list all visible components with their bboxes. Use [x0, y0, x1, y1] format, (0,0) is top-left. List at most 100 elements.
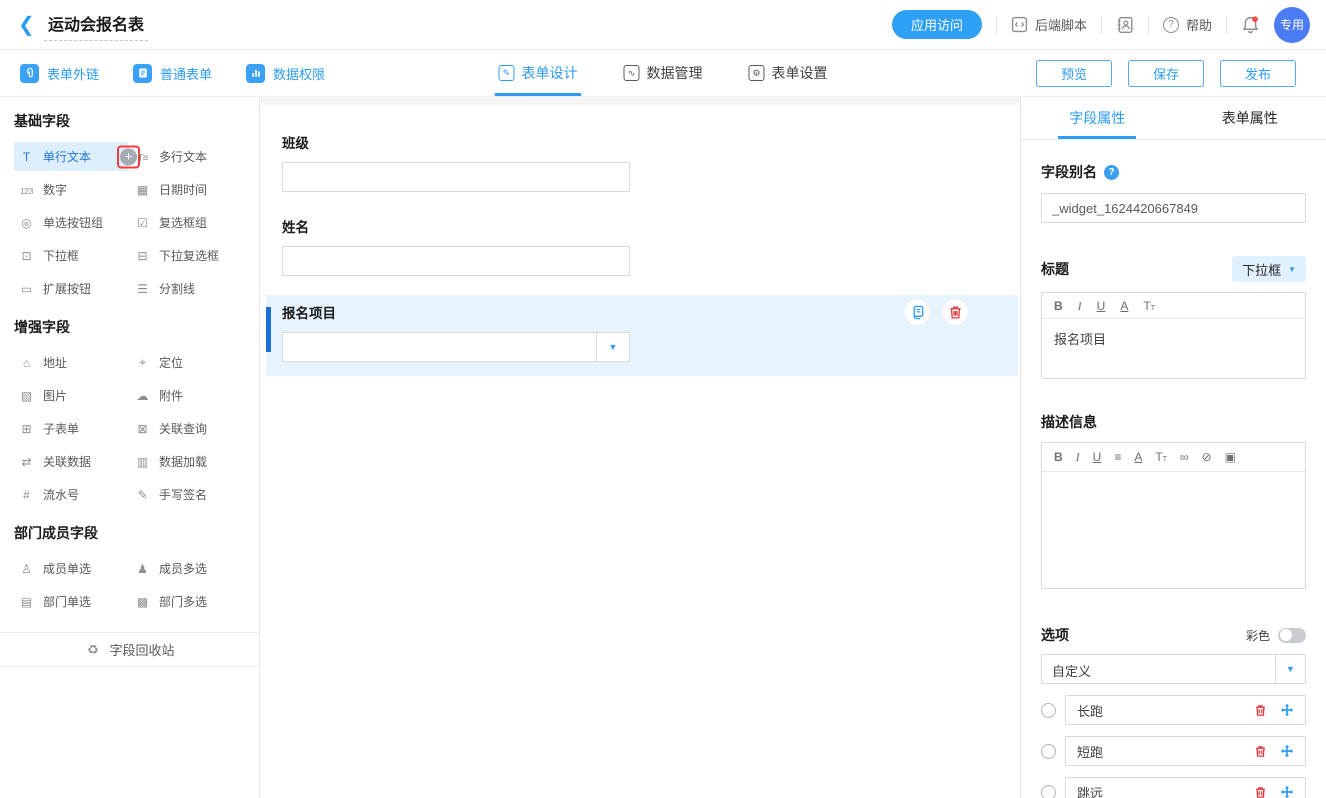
sidebar-item-label: 数字 — [43, 181, 67, 198]
delete-field-button[interactable] — [942, 299, 968, 325]
sidebar-item-location[interactable]: 定位 — [130, 346, 246, 379]
underline-icon[interactable] — [1093, 451, 1102, 463]
avatar[interactable]: 专用 — [1274, 7, 1310, 43]
back-icon[interactable]: ❮ — [18, 12, 44, 37]
tab-form-properties[interactable]: 表单属性 — [1174, 97, 1326, 139]
canvas-field-name[interactable]: 姓名 — [260, 216, 1020, 276]
sidebar-item-label: 地址 — [43, 354, 67, 371]
sidebar-item-dropdown[interactable]: 下拉框 — [14, 239, 130, 272]
copy-field-button[interactable] — [904, 299, 930, 325]
option-input[interactable]: 长跑 — [1077, 701, 1254, 720]
option-radio[interactable] — [1041, 785, 1056, 798]
sidebar-item-expand-button[interactable]: 扩展按钮 — [14, 272, 130, 305]
sidebar-item-divider[interactable]: 分割线 — [130, 272, 246, 305]
canvas-field-class[interactable]: 班级 — [260, 132, 1020, 192]
description-content-area[interactable] — [1042, 472, 1305, 588]
font-size-icon[interactable] — [1143, 300, 1155, 312]
delete-option-button[interactable] — [1254, 786, 1267, 798]
sidebar-item-multi-line-text[interactable]: 多行文本 — [130, 140, 246, 173]
data-permission-button[interactable]: 数据权限 — [246, 64, 325, 83]
option-radio[interactable] — [1041, 744, 1056, 759]
chevron-down-icon[interactable]: ▼ — [596, 333, 629, 361]
sidebar-item-dropdown-checkbox[interactable]: 下拉复选框 — [130, 239, 246, 272]
move-option-handle[interactable] — [1280, 744, 1294, 758]
options-source-dropdown[interactable]: 自定义 ▼ — [1041, 654, 1306, 684]
sidebar-item-member-single[interactable]: 成员单选 — [14, 552, 130, 585]
contacts-button[interactable] — [1116, 16, 1134, 34]
notification-bell-icon[interactable] — [1241, 15, 1260, 34]
sidebar-item-linked-data[interactable]: 关联数据 — [14, 445, 130, 478]
underline-icon[interactable] — [1097, 300, 1106, 312]
sidebar-item-image[interactable]: 图片 — [14, 379, 130, 412]
number-icon — [18, 183, 35, 197]
tab-form-design[interactable]: 表单设计 — [499, 50, 578, 96]
sidebar-item-number[interactable]: 数字 — [14, 173, 130, 206]
move-option-handle[interactable] — [1280, 785, 1294, 798]
sidebar-item-member-multi[interactable]: 成员多选 — [130, 552, 246, 585]
sidebar-item-address[interactable]: 地址 — [14, 346, 130, 379]
linked-data-icon — [18, 455, 35, 469]
sidebar-item-dept-multi[interactable]: 部门多选 — [130, 585, 246, 618]
publish-button[interactable]: 发布 — [1220, 60, 1296, 87]
sidebar-item-checkbox-group[interactable]: 复选框组 — [130, 206, 246, 239]
class-input[interactable] — [282, 162, 630, 192]
delete-option-button[interactable] — [1254, 704, 1267, 717]
sidebar-item-attachment[interactable]: 附件 — [130, 379, 246, 412]
trash-icon — [1254, 786, 1267, 798]
alias-input[interactable] — [1041, 193, 1306, 223]
link-icon[interactable] — [1180, 451, 1189, 463]
sidebar-item-signature[interactable]: 手写签名 — [130, 478, 246, 511]
page-title[interactable]: 运动会报名表 — [44, 9, 148, 41]
option-input[interactable]: 跳远 — [1077, 783, 1254, 798]
sidebar-item-datetime[interactable]: 日期时间 — [130, 173, 246, 206]
widget-type-selector[interactable]: 下拉框 ▼ — [1232, 256, 1306, 282]
help-circle-icon[interactable]: ? — [1104, 165, 1119, 180]
sidebar-item-subform[interactable]: 子表单 — [14, 412, 130, 445]
tab-form-settings[interactable]: 表单设置 — [749, 50, 828, 96]
tab-data-manage[interactable]: 数据管理 — [624, 50, 703, 96]
sidebar-item-radio-group[interactable]: 单选按钮组 — [14, 206, 130, 239]
field-label: 姓名 — [282, 216, 1020, 236]
title-content-area[interactable]: 报名项目 — [1042, 319, 1305, 378]
help-button[interactable]: ? 帮助 — [1163, 15, 1212, 34]
backend-script-button[interactable]: 后端脚本 — [1011, 15, 1087, 34]
canvas-field-selected-event[interactable]: 报名项目 ▼ — [266, 295, 1018, 376]
name-input[interactable] — [282, 246, 630, 276]
option-radio[interactable] — [1041, 703, 1056, 718]
sidebar-item-data-load[interactable]: 数据加载 — [130, 445, 246, 478]
sidebar-item-serial-number[interactable]: 流水号 — [14, 478, 130, 511]
font-color-icon[interactable] — [1134, 451, 1142, 463]
field-recycle-bin-button[interactable]: 字段回收站 — [0, 632, 259, 667]
chevron-down-icon[interactable]: ▼ — [1275, 655, 1305, 683]
dropdown-value — [283, 333, 596, 361]
tab-field-properties[interactable]: 字段属性 — [1021, 97, 1174, 139]
preview-button[interactable]: 预览 — [1036, 60, 1112, 87]
subform-icon — [18, 422, 35, 436]
move-option-handle[interactable] — [1280, 703, 1294, 717]
sidebar-item-dept-single[interactable]: 部门单选 — [14, 585, 130, 618]
form-external-link-button[interactable]: 表单外链 — [20, 64, 99, 83]
save-button[interactable]: 保存 — [1128, 60, 1204, 87]
event-dropdown[interactable]: ▼ — [282, 332, 630, 362]
question-icon: ? — [1163, 17, 1179, 33]
insert-image-icon[interactable] — [1225, 451, 1236, 463]
color-toggle[interactable] — [1278, 628, 1306, 643]
font-color-icon[interactable] — [1120, 300, 1128, 312]
delete-option-button[interactable] — [1254, 745, 1267, 758]
plain-form-icon — [133, 64, 152, 83]
header: ❮ 运动会报名表 应用访问 后端脚本 ? 帮助 专用 — [0, 0, 1326, 50]
italic-icon[interactable] — [1078, 300, 1082, 312]
bold-icon[interactable] — [1054, 300, 1063, 312]
bold-icon[interactable] — [1054, 451, 1063, 463]
plain-form-button[interactable]: 普通表单 — [133, 64, 212, 83]
option-input[interactable]: 短跑 — [1077, 742, 1254, 761]
app-access-button[interactable]: 应用访问 — [892, 10, 982, 39]
font-size-icon[interactable] — [1155, 451, 1167, 463]
align-icon[interactable] — [1114, 451, 1121, 463]
unlink-icon[interactable] — [1202, 451, 1212, 463]
sidebar-item-single-line-text[interactable]: 单行文本 + — [14, 142, 128, 171]
italic-icon[interactable] — [1076, 451, 1080, 463]
sidebar-item-linked-query[interactable]: 关联查询 — [130, 412, 246, 445]
section-title-member-fields: 部门成员字段 — [0, 523, 259, 543]
single-line-text-icon — [18, 150, 35, 164]
